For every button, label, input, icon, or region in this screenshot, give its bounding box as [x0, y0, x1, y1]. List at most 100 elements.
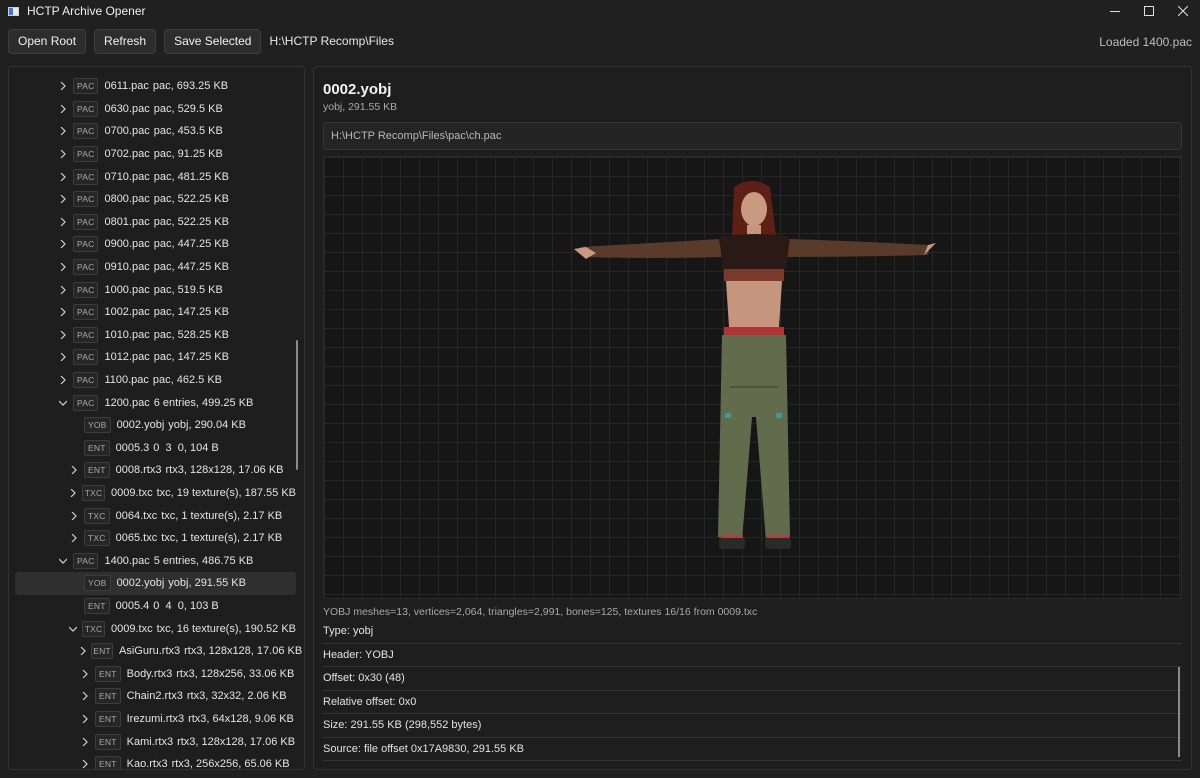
- chevron-right-icon[interactable]: [68, 532, 80, 544]
- type-badge: PAC: [73, 100, 99, 117]
- tree-item-name: 1002.pac: [104, 306, 150, 319]
- tree-item[interactable]: ENT 0008.rtx3 rtx3, 128x128, 17.06 KB: [15, 459, 296, 482]
- chevron-right-icon[interactable]: [79, 758, 91, 769]
- chevron-down-icon[interactable]: [68, 623, 78, 635]
- window-controls: [1098, 0, 1200, 22]
- chevron-down-icon[interactable]: [57, 397, 69, 409]
- type-badge: ENT: [84, 462, 110, 479]
- tree-item[interactable]: YOB 0002.yobj yobj, 291.55 KB: [15, 572, 296, 595]
- chevron-right-icon[interactable]: [57, 351, 69, 363]
- tree-item[interactable]: PAC 0801.pac pac, 522.25 KB: [15, 211, 296, 234]
- tree-item-meta: rtx3, 32x32, 2.06 KB: [186, 690, 287, 703]
- type-badge: PAC: [73, 372, 99, 389]
- tree-item-meta: pac, 147.25 KB: [153, 351, 229, 364]
- tree-item[interactable]: PAC 1010.pac pac, 528.25 KB: [15, 324, 296, 347]
- refresh-button[interactable]: Refresh: [94, 28, 157, 54]
- chevron-right-icon[interactable]: [57, 125, 69, 137]
- chevron-right-icon[interactable]: [57, 148, 69, 160]
- save-selected-button[interactable]: Save Selected: [164, 28, 262, 54]
- chevron-right-icon[interactable]: [79, 736, 91, 748]
- chevron-right-icon[interactable]: [68, 487, 78, 499]
- tree-item[interactable]: PAC 1200.pac 6 entries, 499.25 KB: [15, 391, 296, 414]
- tree-item[interactable]: ENT Irezumi.rtx3 rtx3, 64x128, 9.06 KB: [15, 708, 296, 731]
- type-badge: PAC: [73, 326, 99, 343]
- archive-tree[interactable]: PAC 0611.pac pac, 693.25 KB PAC 0630.pac pac,…: [9, 67, 304, 769]
- tree-item[interactable]: ENT Kao.rtx3 rtx3, 256x256, 65.06 KB: [15, 753, 296, 770]
- tree-item[interactable]: ENT Body.rtx3 rtx3, 128x256, 33.06 KB: [15, 663, 296, 686]
- tree-scrollbar[interactable]: [296, 340, 298, 470]
- tree-item-meta: pac, 91.25 KB: [153, 148, 223, 161]
- close-icon[interactable]: [1166, 0, 1200, 22]
- tree-item[interactable]: PAC 0910.pac pac, 447.25 KB: [15, 256, 296, 279]
- chevron-right-icon[interactable]: [79, 690, 91, 702]
- type-badge: PAC: [73, 552, 99, 569]
- chevron-right-icon[interactable]: [57, 261, 69, 273]
- tree-item[interactable]: PAC 1002.pac pac, 147.25 KB: [15, 301, 296, 324]
- tree-item-name: 0064.txc: [115, 509, 158, 522]
- minimize-icon[interactable]: [1098, 0, 1132, 22]
- status-text: Loaded 1400.pac: [1099, 35, 1192, 49]
- type-badge: TXC: [82, 620, 105, 637]
- tree-item[interactable]: PAC 0800.pac pac, 522.25 KB: [15, 188, 296, 211]
- detail-title: 0002.yobj: [323, 81, 392, 98]
- tree-item-meta: rtx3, 256x256, 65.06 KB: [171, 758, 290, 770]
- tree-item[interactable]: PAC 0630.pac pac, 529.5 KB: [15, 98, 296, 121]
- chevron-right-icon[interactable]: [79, 713, 91, 725]
- tree-item-meta: 0 4 0, 103 B: [153, 600, 219, 613]
- tree-item[interactable]: PAC 0710.pac pac, 481.25 KB: [15, 165, 296, 188]
- chevron-right-icon[interactable]: [79, 645, 87, 657]
- tree-item[interactable]: PAC 0702.pac pac, 91.25 KB: [15, 143, 296, 166]
- tree-item[interactable]: ENT AsiGuru.rtx3 rtx3, 128x128, 17.06 KB: [15, 640, 302, 663]
- tree-item[interactable]: PAC 1000.pac pac, 519.5 KB: [15, 278, 296, 301]
- tree-item[interactable]: PAC 0700.pac pac, 453.5 KB: [15, 120, 296, 143]
- chevron-down-icon[interactable]: [57, 555, 69, 567]
- type-badge: YOB: [84, 417, 111, 434]
- tree-item[interactable]: PAC 1012.pac pac, 147.25 KB: [15, 346, 296, 369]
- chevron-right-icon[interactable]: [57, 238, 69, 250]
- left-shoe-trim: [721, 535, 743, 538]
- tree-item[interactable]: PAC 0611.pac pac, 693.25 KB: [15, 75, 296, 98]
- detail-subtitle: yobj, 291.55 KB: [323, 101, 398, 113]
- tree-item[interactable]: ENT Kami.rtx3 rtx3, 128x128, 17.06 KB: [15, 730, 296, 753]
- type-badge: PAC: [73, 236, 99, 253]
- tree-item[interactable]: TXC 0065.txc txc, 1 texture(s), 2.17 KB: [15, 527, 296, 550]
- chevron-right-icon[interactable]: [68, 510, 80, 522]
- tree-item-meta: pac, 529.5 KB: [153, 102, 223, 115]
- chevron-right-icon[interactable]: [57, 171, 69, 183]
- tree-item[interactable]: ENT Chain2.rtx3 rtx3, 32x32, 2.06 KB: [15, 685, 296, 708]
- tree-item-meta: rtx3, 64x128, 9.06 KB: [188, 713, 294, 726]
- tree-item-name: 0800.pac: [104, 193, 150, 206]
- chevron-right-icon[interactable]: [57, 329, 69, 341]
- tree-item-meta: yobj, 291.55 KB: [168, 577, 246, 590]
- tree-item-meta: 0 3 0, 104 B: [153, 441, 219, 454]
- detail-scrollbar[interactable]: [1178, 667, 1180, 757]
- tree-item[interactable]: ENT 0005.3 0 3 0, 104 B: [15, 437, 296, 460]
- tree-item[interactable]: YOB 0002.yobj yobj, 290.04 KB: [15, 414, 296, 437]
- source-path-field[interactable]: H:\HCTP Recomp\Files\pac\ch.pac: [323, 122, 1182, 150]
- tree-item-name: 0700.pac: [104, 125, 150, 138]
- properties-list: Type: yobj Header: YOBJ Offset: 0x30 (48) R…: [323, 620, 1182, 761]
- tree-item[interactable]: ENT 0005.4 0 4 0, 103 B: [15, 595, 296, 618]
- tree-item-meta: pac, 447.25 KB: [153, 238, 229, 251]
- chevron-right-icon[interactable]: [57, 284, 69, 296]
- model-viewport[interactable]: [323, 156, 1182, 599]
- tree-item[interactable]: TXC 0009.txc txc, 16 texture(s), 190.52 KB: [15, 617, 296, 640]
- tree-item-name: 0630.pac: [104, 102, 150, 115]
- open-root-button[interactable]: Open Root: [8, 28, 87, 54]
- maximize-icon[interactable]: [1132, 0, 1166, 22]
- chevron-right-icon[interactable]: [57, 374, 69, 386]
- chevron-right-icon[interactable]: [57, 306, 69, 318]
- tree-item[interactable]: PAC 1400.pac 5 entries, 486.75 KB: [15, 550, 296, 573]
- tree-item[interactable]: TXC 0064.txc txc, 1 texture(s), 2.17 KB: [15, 504, 296, 527]
- chevron-right-icon[interactable]: [57, 103, 69, 115]
- tree-item[interactable]: PAC 0900.pac pac, 447.25 KB: [15, 233, 296, 256]
- chevron-right-icon[interactable]: [79, 668, 91, 680]
- chevron-right-icon[interactable]: [68, 464, 80, 476]
- tree-item[interactable]: TXC 0009.txc txc, 19 texture(s), 187.55 KB: [15, 482, 296, 505]
- tree-item-name: 1000.pac: [104, 283, 150, 296]
- tree-item-meta: pac, 522.25 KB: [153, 193, 229, 206]
- chevron-right-icon[interactable]: [57, 216, 69, 228]
- chevron-right-icon[interactable]: [57, 193, 69, 205]
- tree-item[interactable]: PAC 1100.pac pac, 462.5 KB: [15, 369, 296, 392]
- chevron-right-icon[interactable]: [57, 80, 69, 92]
